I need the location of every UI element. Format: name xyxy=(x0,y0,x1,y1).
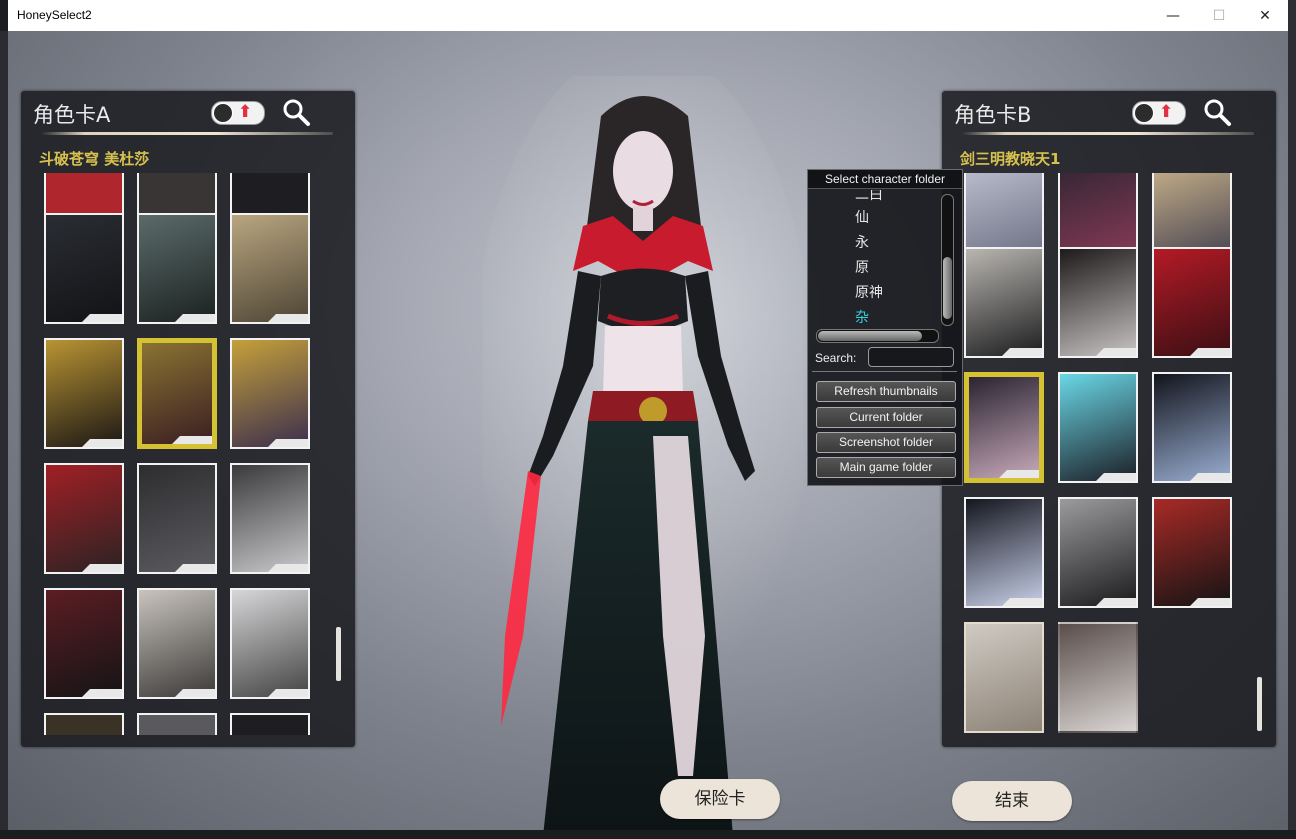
screenshot-folder-button[interactable]: Screenshot folder xyxy=(816,432,956,453)
card-thumbnail[interactable] xyxy=(44,588,124,699)
folder-list-hscroll[interactable] xyxy=(816,329,939,343)
maximize-icon: ☐ xyxy=(1212,7,1226,24)
card-panel-b: 角色卡B ⬆ 剑三明教晓天1 xyxy=(942,91,1276,747)
card-thumbnail[interactable] xyxy=(1058,247,1138,358)
folder-item[interactable]: 原神 xyxy=(855,282,883,302)
card-thumbnail[interactable] xyxy=(230,713,310,735)
card-thumbnail[interactable] xyxy=(230,463,310,574)
card-thumbnail[interactable] xyxy=(137,213,217,324)
desktop-edge-right xyxy=(1288,0,1296,839)
upload-toggle[interactable]: ⬆ xyxy=(1132,101,1186,125)
folder-item[interactable]: 原 xyxy=(855,257,869,277)
upload-arrow-icon: ⬆ xyxy=(238,102,253,122)
upload-arrow-icon: ⬆ xyxy=(1159,102,1174,122)
title-bar[interactable]: HoneySelect2 — ☐ ✕ xyxy=(8,0,1288,32)
card-thumbnail[interactable] xyxy=(964,247,1044,358)
card-thumbnail[interactable] xyxy=(44,713,124,735)
card-panel-a: 角色卡A ⬆ 斗破苍穹 美杜莎 xyxy=(21,91,355,747)
card-thumbnail[interactable] xyxy=(137,588,217,699)
card-thumbnail[interactable] xyxy=(137,713,217,735)
folder-select-dialog: Select character folder 二白 仙 永 原 原神 杂 Se… xyxy=(807,169,963,486)
panel-a-scrollbar[interactable] xyxy=(336,627,341,681)
card-thumbnail[interactable] xyxy=(1058,622,1138,733)
character-model xyxy=(483,76,803,830)
panel-b-card-grid xyxy=(960,173,1258,735)
panel-b-divider xyxy=(962,132,1254,135)
panel-b-title: 角色卡B xyxy=(954,103,1032,127)
minimize-icon: — xyxy=(1166,7,1180,24)
folder-list: 二白 仙 永 原 原神 杂 xyxy=(814,190,938,325)
refresh-thumbnails-button[interactable]: Refresh thumbnails xyxy=(816,381,956,402)
end-button[interactable]: 结束 xyxy=(952,781,1072,821)
desktop-edge-left xyxy=(0,31,8,839)
folder-search-input[interactable] xyxy=(868,347,954,367)
card-thumbnail[interactable] xyxy=(964,497,1044,608)
toggle-knob xyxy=(1134,103,1154,123)
minimize-button[interactable]: — xyxy=(1150,0,1196,31)
card-thumbnail[interactable] xyxy=(230,338,310,449)
card-thumbnail[interactable] xyxy=(44,463,124,574)
card-thumbnail-selected[interactable] xyxy=(137,338,217,449)
card-thumbnail[interactable] xyxy=(230,213,310,324)
card-thumbnail[interactable] xyxy=(44,338,124,449)
card-thumbnail[interactable] xyxy=(44,213,124,324)
card-thumbnail[interactable] xyxy=(1152,247,1232,358)
card-thumbnail[interactable] xyxy=(1152,497,1232,608)
toggle-knob xyxy=(213,103,233,123)
panel-a-divider xyxy=(41,132,333,135)
desktop-edge-bottom xyxy=(0,830,1296,839)
main-game-folder-button[interactable]: Main game folder xyxy=(816,457,956,478)
folder-item[interactable]: 二白 xyxy=(855,190,883,204)
folder-item-active[interactable]: 杂 xyxy=(855,307,869,325)
card-thumbnail[interactable] xyxy=(230,588,310,699)
card-thumbnail[interactable] xyxy=(1058,372,1138,483)
card-thumbnail-selected[interactable] xyxy=(964,372,1044,483)
search-icon[interactable] xyxy=(281,97,311,127)
card-thumbnail[interactable] xyxy=(137,463,217,574)
panel-b-selected-name: 剑三明教晓天1 xyxy=(960,150,1061,168)
maximize-button[interactable]: ☐ xyxy=(1196,0,1242,31)
search-icon[interactable] xyxy=(1202,97,1232,127)
close-button[interactable]: ✕ xyxy=(1242,0,1288,31)
window-title: HoneySelect2 xyxy=(17,8,92,22)
folder-item[interactable]: 永 xyxy=(855,232,869,252)
upload-toggle[interactable]: ⬆ xyxy=(211,101,265,125)
card-thumbnail[interactable] xyxy=(964,622,1044,733)
panel-a-title: 角色卡A xyxy=(33,103,111,127)
current-folder-button[interactable]: Current folder xyxy=(816,407,956,428)
panel-a-card-grid xyxy=(39,173,337,735)
close-icon: ✕ xyxy=(1259,7,1271,24)
folder-dialog-title: Select character folder xyxy=(808,170,962,189)
panel-b-scrollbar[interactable] xyxy=(1257,677,1262,731)
card-thumbnail[interactable] xyxy=(1058,497,1138,608)
search-label: Search: xyxy=(815,351,857,365)
folder-item[interactable]: 仙 xyxy=(855,207,869,227)
divider xyxy=(812,371,957,372)
folder-list-vscroll[interactable] xyxy=(941,194,954,326)
panel-a-selected-name: 斗破苍穹 美杜莎 xyxy=(39,150,150,168)
save-card-button[interactable]: 保险卡 xyxy=(660,779,780,819)
card-thumbnail[interactable] xyxy=(1152,372,1232,483)
